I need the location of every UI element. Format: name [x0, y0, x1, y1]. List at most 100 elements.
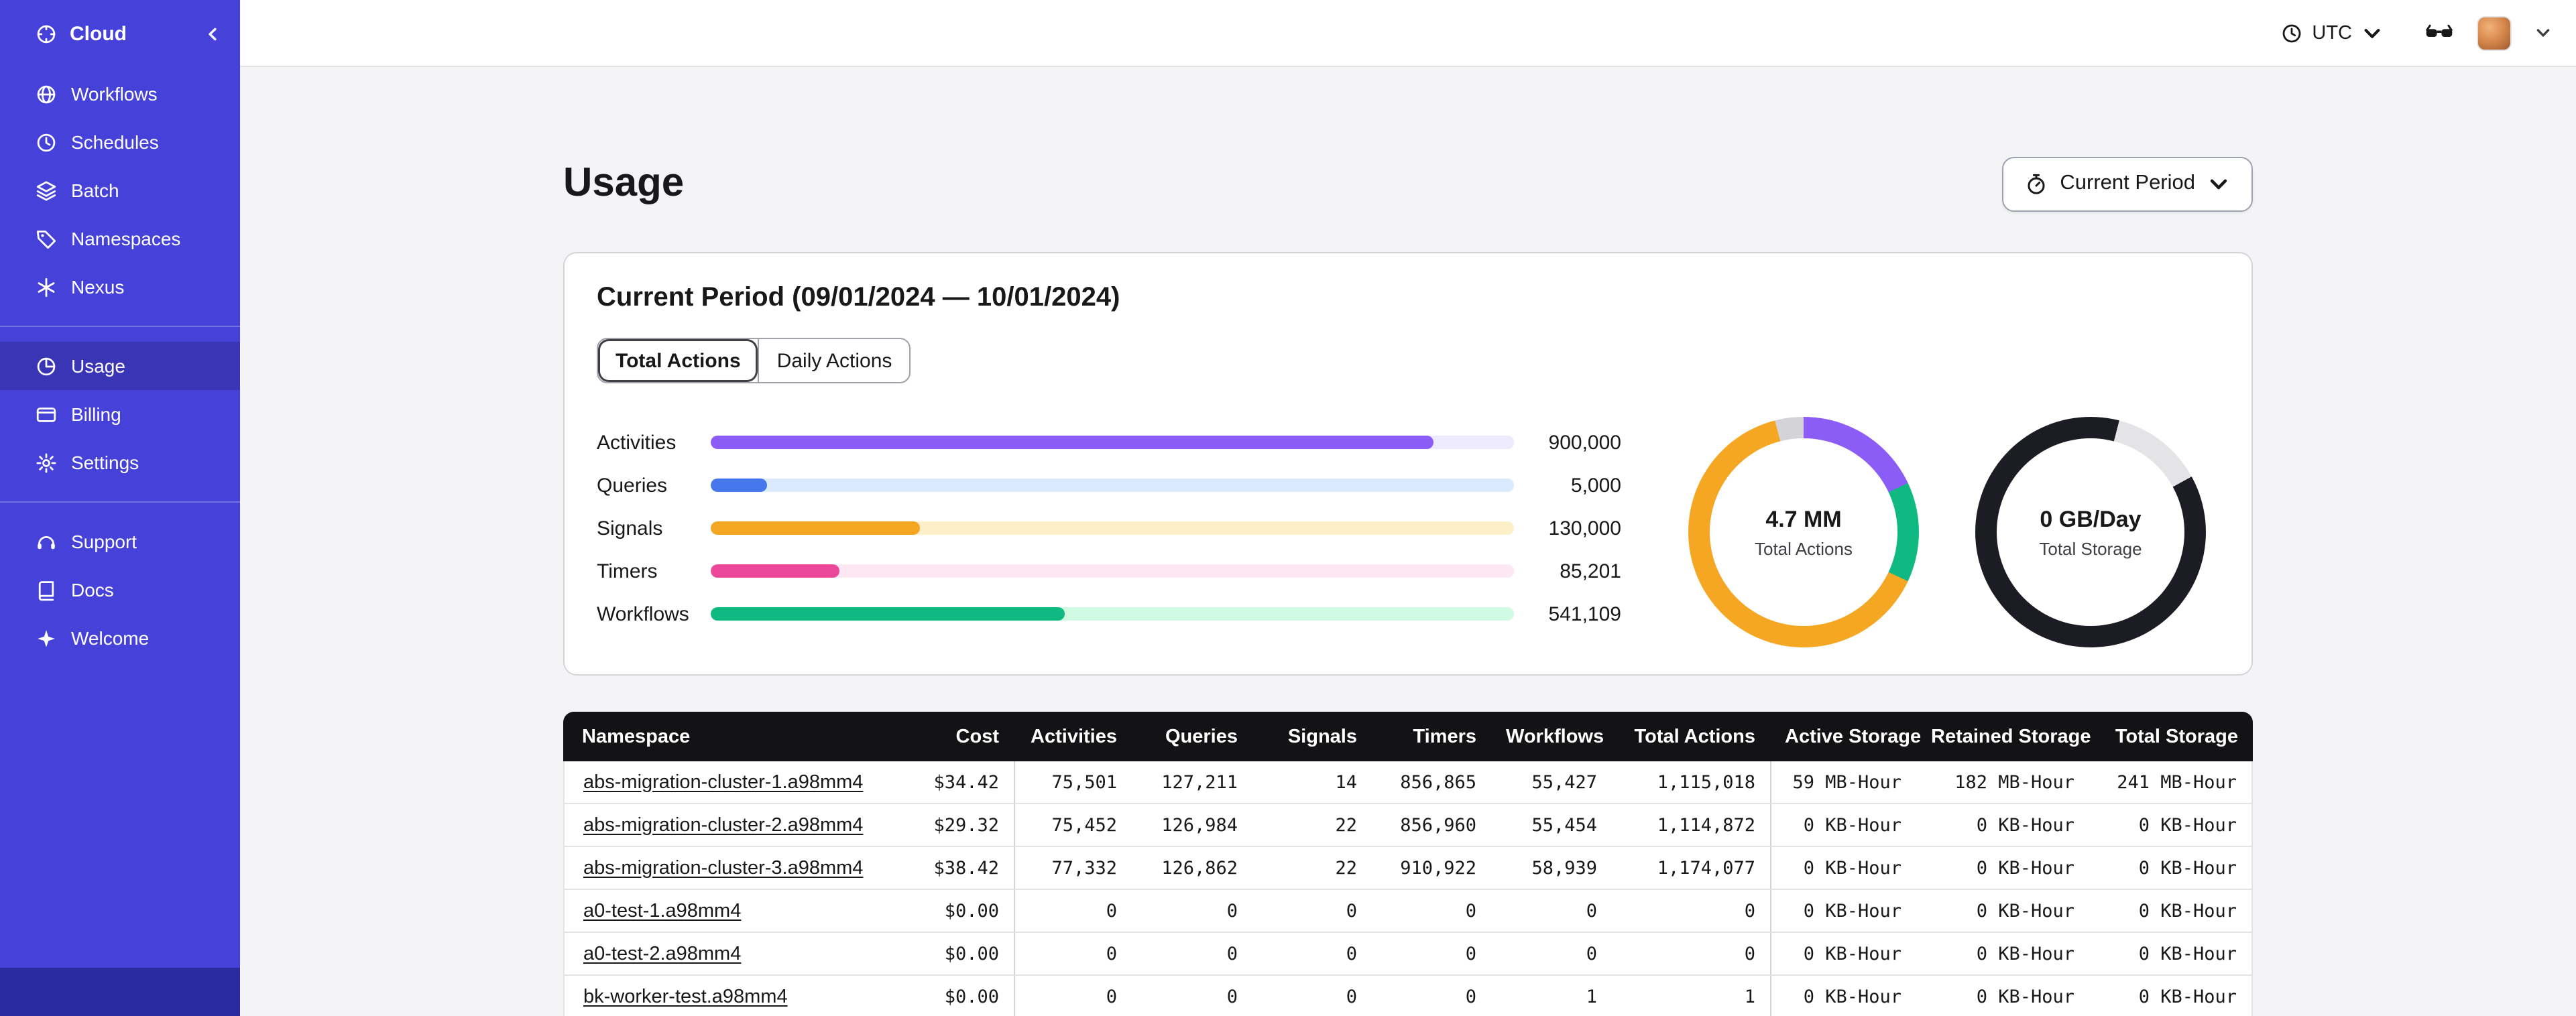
- namespace-cell: a0-test-1.a98mm4: [563, 890, 898, 933]
- page-header: Usage Current Period: [563, 153, 2253, 214]
- cell-retained-storage: 182 MB-Hour: [1916, 761, 2089, 804]
- cell-active-storage: 0 KB-Hour: [1770, 890, 1916, 933]
- namespace-link[interactable]: a0-test-2.a98mm4: [583, 943, 741, 964]
- donut-center: 0 GB/Day Total Storage: [1997, 438, 2184, 626]
- namespace-link[interactable]: abs-migration-cluster-3.a98mm4: [583, 857, 863, 879]
- namespace-cell: abs-migration-cluster-2.a98mm4: [563, 804, 898, 847]
- cell-cost: $0.00: [898, 933, 1014, 976]
- content-column: Usage Current Period Current Period (09/…: [563, 67, 2253, 1016]
- tab-total-actions[interactable]: Total Actions: [598, 339, 758, 382]
- cell-activities: 0: [1014, 976, 1132, 1016]
- actions-tab-group: Total Actions Daily Actions: [597, 338, 911, 383]
- sidebar-item-support[interactable]: Support: [0, 517, 240, 566]
- bar-label: Timers: [597, 560, 658, 582]
- cell-retained-storage: 0 KB-Hour: [1916, 933, 2089, 976]
- timezone-selector[interactable]: UTC: [2281, 22, 2383, 44]
- sidebar-nav-main: Workflows Schedules Batch Namespaces Nexus: [0, 67, 240, 311]
- feedback-glasses-button[interactable]: [2424, 23, 2454, 43]
- namespace-cell: abs-migration-cluster-3.a98mm4: [563, 847, 898, 890]
- sidebar-divider: [0, 501, 240, 503]
- chevron-down-icon: [2364, 28, 2380, 38]
- bar-track: [711, 564, 1514, 578]
- bar-fill: [711, 479, 767, 492]
- cell-queries: 0: [1132, 976, 1252, 1016]
- donut-center-value: 4.7 MM: [1765, 506, 1842, 531]
- sidebar-item-namespaces[interactable]: Namespaces: [0, 214, 240, 263]
- namespace-link[interactable]: a0-test-1.a98mm4: [583, 900, 741, 922]
- sidebar-item-billing[interactable]: Billing: [0, 390, 240, 438]
- cell-active-storage: 0 KB-Hour: [1770, 847, 1916, 890]
- gear-icon: [35, 451, 58, 474]
- cell-queries: 127,211: [1132, 761, 1252, 804]
- cell-activities: 77,332: [1014, 847, 1132, 890]
- bar-track: [711, 521, 1514, 535]
- sidebar-item-label: Batch: [71, 180, 119, 201]
- table-row: abs-migration-cluster-1.a98mm4 $34.42 75,5…: [563, 761, 2253, 804]
- sidebar: Cloud Workflows Schedules Batch Namespaces N…: [0, 0, 240, 1016]
- sidebar-item-workflows[interactable]: Workflows: [0, 70, 240, 118]
- cell-active-storage: 59 MB-Hour: [1770, 761, 1916, 804]
- namespace-link[interactable]: abs-migration-cluster-2.a98mm4: [583, 814, 863, 836]
- cell-total-actions: 0: [1612, 890, 1770, 933]
- cell-timers: 0: [1372, 890, 1491, 933]
- total-actions-donut: 4.7 MM Total Actions: [1688, 417, 1919, 647]
- sidebar-item-batch[interactable]: Batch: [0, 166, 240, 214]
- tab-daily-actions[interactable]: Daily Actions: [758, 339, 910, 382]
- nexus-icon: [35, 275, 58, 298]
- table-row: bk-worker-test.a98mm4 $0.00 0 0 0 0 1 1 0 KB-Hou…: [563, 976, 2253, 1016]
- support-icon: [35, 530, 58, 553]
- sidebar-item-label: Workflows: [71, 83, 158, 105]
- cell-retained-storage: 0 KB-Hour: [1916, 847, 2089, 890]
- sidebar-item-settings[interactable]: Settings: [0, 438, 240, 487]
- topbar: UTC: [240, 0, 2576, 67]
- bar-label: Activities: [597, 431, 677, 454]
- current-period-card: Current Period (09/01/2024 — 10/01/2024)…: [563, 252, 2253, 676]
- sidebar-item-label: Billing: [71, 403, 121, 425]
- column-header-signals: Signals: [1252, 712, 1372, 761]
- table-row: abs-migration-cluster-3.a98mm4 $38.42 77,3…: [563, 847, 2253, 890]
- cell-signals: 0: [1252, 933, 1372, 976]
- cell-total-storage: 0 KB-Hour: [2089, 976, 2253, 1016]
- cell-queries: 0: [1132, 890, 1252, 933]
- namespaces-icon: [35, 227, 58, 250]
- bar-label: Signals: [597, 517, 663, 539]
- sidebar-item-welcome[interactable]: Welcome: [0, 614, 240, 662]
- glasses-icon: [2426, 24, 2453, 37]
- user-menu-button[interactable]: [2534, 24, 2552, 42]
- sidebar-item-nexus[interactable]: Nexus: [0, 263, 240, 311]
- usage-bar-row-activities: Activities 900,000: [597, 421, 1656, 464]
- cell-cost: $0.00: [898, 890, 1014, 933]
- bar-value: 541,109: [1548, 602, 1621, 625]
- cell-workflows: 58,939: [1491, 847, 1612, 890]
- cell-cost: $34.42: [898, 761, 1014, 804]
- cell-cost: $29.32: [898, 804, 1014, 847]
- namespace-link[interactable]: bk-worker-test.a98mm4: [583, 986, 788, 1007]
- cell-total-storage: 241 MB-Hour: [2089, 761, 2253, 804]
- table-row: a0-test-2.a98mm4 $0.00 0 0 0 0 0 0 0 KB-Hour 0 KB…: [563, 933, 2253, 976]
- bar-track: [711, 607, 1514, 621]
- sidebar-item-schedules[interactable]: Schedules: [0, 118, 240, 166]
- sidebar-item-usage[interactable]: Usage: [0, 342, 240, 390]
- user-avatar[interactable]: [2477, 15, 2512, 50]
- period-selector-button[interactable]: Current Period: [2002, 156, 2253, 211]
- sidebar-divider: [0, 326, 240, 327]
- cell-queries: 126,862: [1132, 847, 1252, 890]
- bar-label: Workflows: [597, 602, 689, 625]
- current-period-card-title: Current Period (09/01/2024 — 10/01/2024): [597, 283, 1120, 312]
- namespace-link[interactable]: abs-migration-cluster-1.a98mm4: [583, 771, 863, 793]
- cell-signals: 22: [1252, 847, 1372, 890]
- sidebar-item-docs[interactable]: Docs: [0, 566, 240, 614]
- cell-total-actions: 0: [1612, 933, 1770, 976]
- cloud-logo-icon: [35, 22, 58, 45]
- cell-timers: 856,865: [1372, 761, 1491, 804]
- collapse-sidebar-button[interactable]: [204, 25, 221, 42]
- table-row: abs-migration-cluster-2.a98mm4 $29.32 75,4…: [563, 804, 2253, 847]
- chevron-left-icon: [209, 27, 217, 40]
- cell-workflows: 1: [1491, 976, 1612, 1016]
- cell-workflows: 55,427: [1491, 761, 1612, 804]
- cell-retained-storage: 0 KB-Hour: [1916, 890, 2089, 933]
- usage-bar-chart: Activities 900,000 Queries 5,000 Signals 130,…: [597, 421, 1656, 635]
- cell-total-actions: 1,174,077: [1612, 847, 1770, 890]
- cell-total-storage: 0 KB-Hour: [2089, 804, 2253, 847]
- donut-center: 4.7 MM Total Actions: [1710, 438, 1897, 626]
